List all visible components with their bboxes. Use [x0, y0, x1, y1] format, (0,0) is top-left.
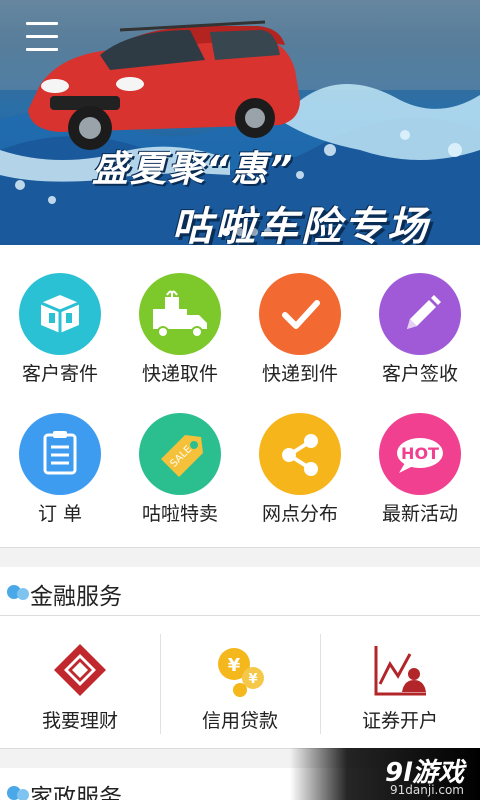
banner-subheadline: 咕啦车险专场	[172, 204, 430, 245]
section-title: 家政服务	[30, 785, 122, 800]
watermark-url: 91danji.com	[390, 783, 464, 797]
section-divider	[0, 547, 480, 548]
grid-item-label: 咕啦特卖	[141, 503, 218, 525]
carousel-dot[interactable]	[222, 228, 230, 236]
finance-item-wealth[interactable]: 我要理财	[0, 616, 160, 748]
share-nodes-icon	[259, 413, 341, 495]
bubble-dots-icon	[7, 786, 29, 800]
finance-item-label: 我要理财	[41, 710, 118, 732]
finance-item-label: 证券开户	[361, 710, 438, 732]
banner-headline: 盛夏聚“惠”	[92, 149, 295, 190]
grid-item-label: 网点分布	[261, 503, 338, 525]
package-icon	[19, 273, 101, 355]
grid-item-label: 快递取件	[141, 363, 218, 385]
grid-item-label: 订 单	[37, 503, 83, 525]
grid-item-label: 客户签收	[381, 363, 458, 385]
finance-row: 我要理财 ¥ ¥ 信用贷款 证券开户	[0, 616, 480, 748]
grid-item-events[interactable]: HOT 最新活动	[360, 385, 480, 525]
diamond-frame-icon	[54, 644, 106, 696]
pencil-icon	[379, 273, 461, 355]
carousel-indicator[interactable]	[222, 228, 272, 236]
grid-item-sign[interactable]: 客户签收	[360, 245, 480, 385]
carousel-dot[interactable]	[250, 228, 258, 236]
yen-coins-icon: ¥ ¥	[218, 648, 264, 697]
sale-tag-icon: SALE	[139, 413, 221, 495]
grid-item-label: 客户寄件	[21, 363, 98, 385]
section-title: 金融服务	[30, 584, 122, 610]
grid-item-label: 最新活动	[381, 503, 458, 525]
grid-item-label: 快递到件	[261, 363, 338, 385]
clipboard-icon	[19, 413, 101, 495]
hamburger-icon	[26, 22, 58, 25]
delivery-truck-icon	[139, 273, 221, 355]
svg-text:¥: ¥	[248, 672, 257, 687]
grid-item-sale[interactable]: SALE 咕啦特卖	[120, 385, 240, 525]
svg-text:HOT: HOT	[401, 444, 439, 463]
menu-button[interactable]	[24, 20, 64, 54]
grid-item-branches[interactable]: 网点分布	[240, 385, 360, 525]
hot-bubble-icon: HOT	[379, 413, 461, 495]
carousel-dot[interactable]	[264, 228, 272, 236]
grid-item-orders[interactable]: 订 单	[0, 385, 120, 525]
checkmark-icon	[259, 273, 341, 355]
bubble-dots-icon	[7, 585, 29, 600]
grid-item-arrival[interactable]: 快递到件	[240, 245, 360, 385]
grid-item-pickup[interactable]: 快递取件	[120, 245, 240, 385]
finance-item-securities[interactable]: 证券开户	[320, 616, 480, 748]
service-grid: 客户寄件 快递取件 快递到件 客户签收 订 单 SALE 咕啦特卖 网点分布 H…	[0, 245, 480, 547]
carousel-dot[interactable]	[236, 228, 244, 236]
grid-item-send-package[interactable]: 客户寄件	[0, 245, 120, 385]
finance-item-label: 信用贷款	[201, 710, 278, 732]
svg-text:¥: ¥	[228, 655, 241, 676]
promo-banner[interactable]: 盛夏聚“惠” 咕啦车险专场	[0, 0, 480, 245]
finance-section-header: 金融服务	[0, 567, 480, 615]
stock-chart-person-icon	[374, 646, 426, 696]
app-screen: 盛夏聚“惠” 咕啦车险专场 客户寄件 快递取件 快递到件 客户签收 订 单 SA…	[0, 0, 480, 800]
finance-item-loan[interactable]: ¥ ¥ 信用贷款	[160, 616, 320, 748]
